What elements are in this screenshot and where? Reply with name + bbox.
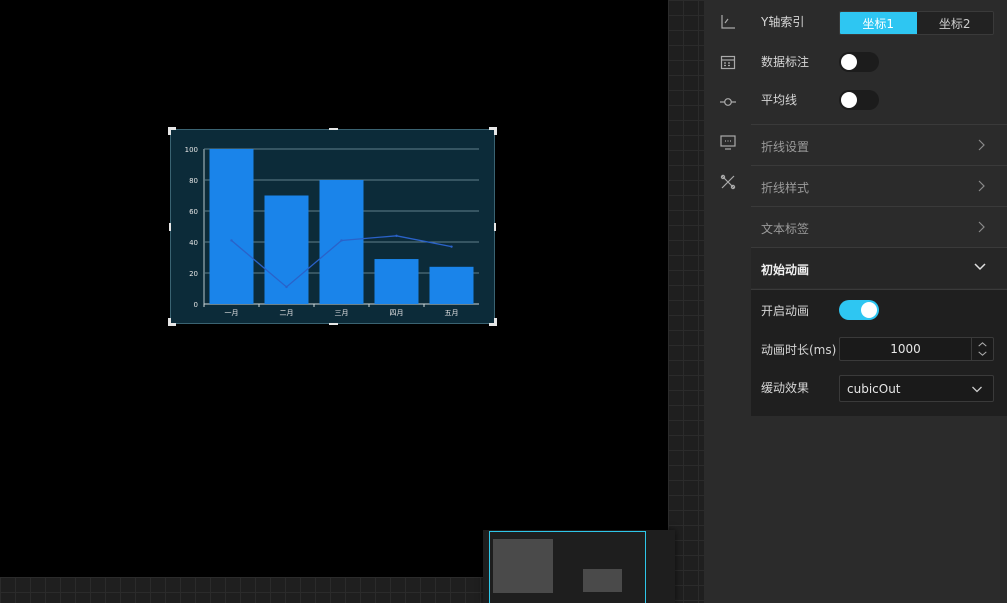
bar-line-chart: 0 20 40 60 80 100 一月 二月 三月 四月 五月 <box>185 146 479 317</box>
resize-handle-bottom[interactable] <box>329 323 338 325</box>
property-panel: Y轴索引 坐标1 坐标2 数据标注 平均线 折线设置 折线样式 文本标签 初始动… <box>751 0 1007 603</box>
enable-animation-label: 开启动画 <box>761 304 810 318</box>
axis-icon[interactable] <box>719 13 737 31</box>
animation-duration-value: 1000 <box>890 342 921 356</box>
section-initial-animation[interactable]: 初始动画 <box>751 247 1007 288</box>
y-tick-label: 80 <box>189 177 198 185</box>
line-point <box>450 245 453 248</box>
section-line-settings[interactable]: 折线设置 <box>751 124 1007 165</box>
chart-bars <box>209 149 474 304</box>
section-label: 折线设置 <box>761 140 810 154</box>
easing-value: cubicOut <box>847 382 901 396</box>
enable-animation-toggle[interactable] <box>839 300 879 320</box>
chevron-down-icon <box>972 386 982 393</box>
y-tick-label: 60 <box>189 208 198 216</box>
bar <box>429 266 474 304</box>
y-axis-index-segmented: 坐标1 坐标2 <box>839 11 994 35</box>
minimap-block <box>493 539 553 593</box>
bar <box>374 259 419 304</box>
app-root: 0 20 40 60 80 100 一月 二月 三月 四月 五月 Y轴索引 坐标… <box>0 0 1007 603</box>
section-label: 初始动画 <box>761 263 810 277</box>
toggle-knob <box>841 92 857 108</box>
animation-settings: 开启动画 动画时长(ms) 1000 缓动效果 cubicOut <box>751 289 1007 416</box>
x-tick-label: 二月 <box>280 309 294 317</box>
bar <box>209 149 254 304</box>
resize-handle-bottom-right[interactable] <box>489 318 497 326</box>
monitor-icon[interactable] <box>719 133 737 151</box>
x-tick-label: 一月 <box>225 309 239 317</box>
property-tab-strip <box>704 0 751 603</box>
editor-canvas[interactable]: 0 20 40 60 80 100 一月 二月 三月 四月 五月 <box>0 0 668 577</box>
line-point <box>230 239 233 242</box>
resize-handle-top-right[interactable] <box>489 127 497 135</box>
section-label: 文本标签 <box>761 222 810 236</box>
line-point <box>340 239 343 242</box>
x-tick-label: 三月 <box>335 309 349 317</box>
toggle-knob <box>841 54 857 70</box>
section-text-label[interactable]: 文本标签 <box>751 206 1007 247</box>
line-node-icon[interactable] <box>719 93 737 111</box>
resize-handle-bottom-left[interactable] <box>168 318 176 326</box>
canvas-grid-margin <box>668 0 704 603</box>
easing-select[interactable]: cubicOut <box>839 375 994 402</box>
line-point <box>285 285 288 289</box>
y-tick-label: 20 <box>189 270 198 278</box>
section-line-style[interactable]: 折线样式 <box>751 165 1007 206</box>
y-tick-label: 40 <box>189 239 198 247</box>
average-line-label: 平均线 <box>761 93 798 107</box>
easing-label: 缓动效果 <box>761 381 810 395</box>
bar <box>319 180 364 304</box>
y-axis-index-label: Y轴索引 <box>761 15 805 29</box>
animation-duration-label: 动画时长(ms) <box>761 343 837 357</box>
minimap[interactable] <box>483 530 675 603</box>
calendar-icon[interactable] <box>719 53 737 71</box>
section-label: 折线样式 <box>761 181 810 195</box>
stepper-icon[interactable] <box>971 338 993 360</box>
data-label-label: 数据标注 <box>761 55 810 69</box>
y-axis-option-2[interactable]: 坐标2 <box>916 12 993 34</box>
resize-handle-top[interactable] <box>329 128 338 130</box>
panel-empty-area <box>751 416 1007 603</box>
chevron-down-icon <box>974 263 986 271</box>
resize-handle-left[interactable] <box>169 223 171 231</box>
animation-duration-input[interactable]: 1000 <box>839 337 994 361</box>
chevron-right-icon <box>978 221 985 233</box>
toggle-knob <box>861 302 877 318</box>
chevron-right-icon <box>978 139 985 151</box>
tools-icon[interactable] <box>719 173 737 191</box>
minimap-block <box>583 569 622 592</box>
resize-handle-top-left[interactable] <box>168 127 176 135</box>
y-axis-option-1[interactable]: 坐标1 <box>840 12 917 34</box>
average-line-toggle[interactable] <box>839 90 879 110</box>
chevron-right-icon <box>978 180 985 192</box>
resize-handle-right[interactable] <box>494 223 496 231</box>
y-tick-label: 0 <box>194 301 198 309</box>
x-tick-label: 五月 <box>445 309 459 317</box>
y-tick-label: 100 <box>185 146 198 154</box>
line-point <box>395 234 398 237</box>
data-label-toggle[interactable] <box>839 52 879 72</box>
x-tick-label: 四月 <box>390 309 404 317</box>
chart-widget[interactable]: 0 20 40 60 80 100 一月 二月 三月 四月 五月 <box>168 127 497 326</box>
